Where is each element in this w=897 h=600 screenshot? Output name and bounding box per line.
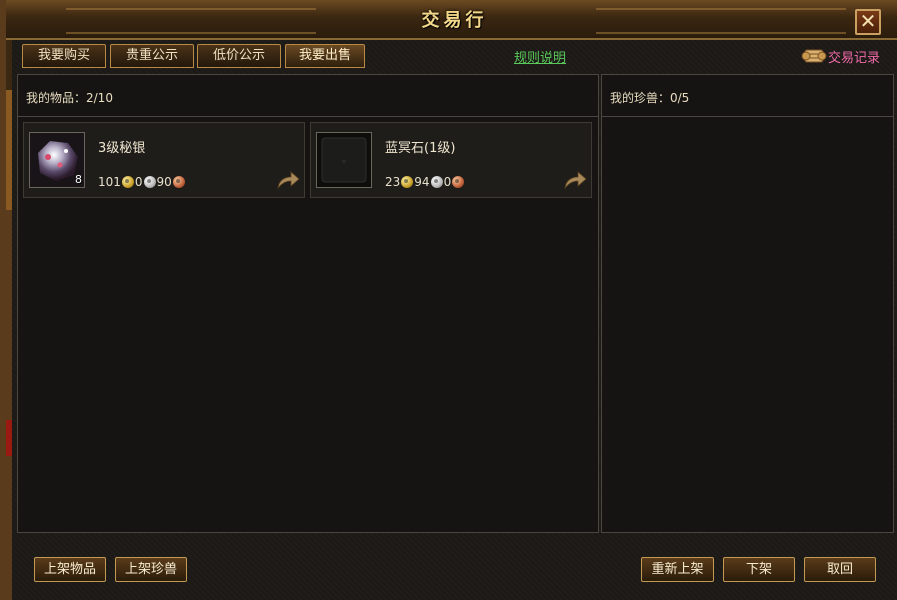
silver-coin-icon: [143, 176, 156, 188]
item-card[interactable]: 8 3级秘银 101 0 90: [23, 122, 305, 198]
item-name: 蓝冥石(1级): [385, 141, 456, 156]
retrieve-button[interactable]: 取回: [804, 557, 876, 582]
item-name: 3级秘银: [98, 141, 146, 156]
svg-text:✦: ✦: [340, 157, 348, 168]
copper-coin-icon: [452, 176, 465, 188]
tab-buy[interactable]: 我要购买: [22, 44, 106, 68]
gold-amount: 101: [98, 175, 121, 189]
list-pet-button[interactable]: 上架珍兽: [115, 557, 187, 582]
my-pets-header: 我的珍兽：0/5: [602, 75, 893, 117]
list-item-button[interactable]: 上架物品: [34, 557, 106, 582]
my-pets-title: 我的珍兽：0/5: [610, 91, 690, 105]
title-bar: 交易行 ✕: [6, 0, 897, 40]
rules-link[interactable]: 规则说明: [514, 47, 566, 66]
blue-stone-icon: ✦: [317, 133, 371, 187]
copper-amount: 0: [443, 175, 452, 189]
scroll-icon: [801, 49, 827, 63]
gold-coin-icon: [121, 176, 134, 188]
close-button[interactable]: ✕: [855, 9, 881, 35]
item-slot[interactable]: 8: [29, 132, 85, 188]
item-quantity: 8: [75, 173, 82, 186]
tab-valuable-notice[interactable]: 贵重公示: [110, 44, 194, 68]
my-items-header: 我的物品：2/10: [18, 75, 598, 117]
unlist-button[interactable]: 下架: [723, 557, 795, 582]
copper-amount: 90: [156, 175, 172, 189]
item-price: 23 94 0: [385, 175, 465, 189]
gold-amount: 23: [385, 175, 401, 189]
my-items-title: 我的物品：2/10: [26, 91, 113, 105]
item-card[interactable]: ✦ 蓝冥石(1级) 23 94 0: [310, 122, 592, 198]
trade-record-label: 交易记录: [828, 51, 881, 66]
tab-sell[interactable]: 我要出售: [285, 44, 365, 68]
my-pets-panel: 我的珍兽：0/5: [601, 74, 894, 533]
trade-record-link[interactable]: 交易记录: [801, 44, 893, 68]
relist-button[interactable]: 重新上架: [641, 557, 714, 582]
item-price: 101 0 90: [98, 175, 186, 189]
item-slot[interactable]: ✦: [316, 132, 372, 188]
silver-amount: 94: [414, 175, 430, 189]
side-border: [6, 0, 12, 600]
share-arrow-icon[interactable]: [563, 171, 587, 189]
tab-lowprice-notice[interactable]: 低价公示: [197, 44, 281, 68]
trade-window: 交易行 ✕ 我要购买 贵重公示 低价公示 我要出售 规则说明 交易记录 我的物品…: [0, 0, 897, 600]
window-title: 交易行: [421, 10, 488, 31]
copper-coin-icon: [172, 176, 185, 188]
silver-amount: 0: [134, 175, 143, 189]
silver-coin-icon: [430, 176, 443, 188]
share-arrow-icon[interactable]: [276, 171, 300, 189]
gold-coin-icon: [401, 176, 414, 188]
